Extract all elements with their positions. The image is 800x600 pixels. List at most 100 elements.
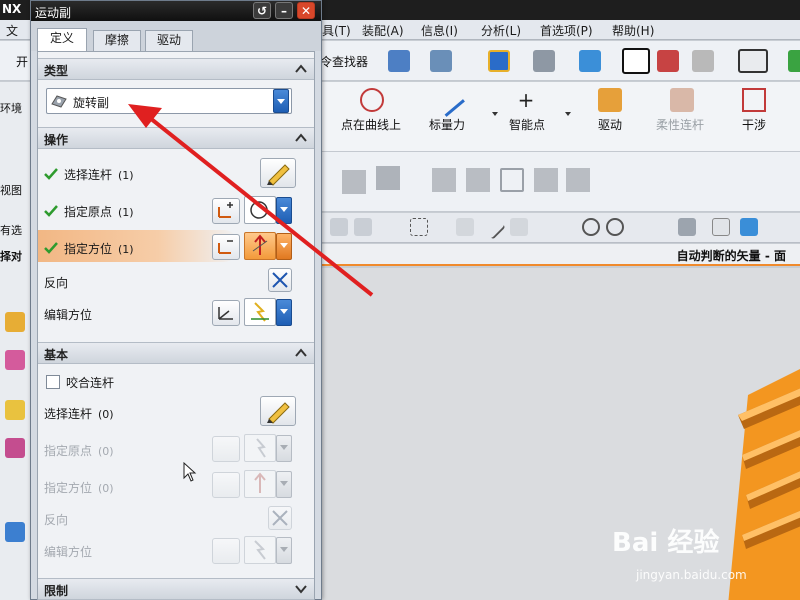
drive-button[interactable]: 驱动: [588, 116, 632, 133]
close-icon[interactable]: ✕: [297, 2, 315, 19]
tab-driver[interactable]: 驱动: [145, 30, 193, 51]
selection-box-icon[interactable]: [410, 218, 428, 236]
midpoint-icon[interactable]: [510, 218, 528, 236]
dialog-body: 类型 旋转副 操作 选择连杆 (1) 指定原点 (1) 指定方位 (1) 反向 …: [37, 51, 315, 600]
reverse-arrows-icon: [272, 272, 288, 288]
face-icon[interactable]: [678, 218, 696, 236]
menu-analysis[interactable]: 分析(L): [481, 22, 521, 39]
line-icon[interactable]: [480, 214, 506, 240]
lightning-csys-icon: [254, 540, 266, 560]
pencil-icon: [267, 402, 290, 424]
command-finder-button[interactable]: 令查找器: [320, 53, 368, 70]
reverse-direction-button[interactable]: [268, 268, 292, 292]
toolbar-left-partial: 开: [16, 55, 29, 69]
type-section-title: 类型: [44, 64, 69, 78]
move-icon[interactable]: [456, 218, 474, 236]
ribbon-gray-icon-1[interactable]: [342, 170, 366, 194]
select-link-row-1[interactable]: 选择连杆 (1): [64, 166, 134, 183]
document-icon[interactable]: [388, 50, 410, 72]
tab-definition[interactable]: 定义: [37, 28, 87, 52]
scalar-force-button[interactable]: 标量力: [422, 116, 472, 133]
origin-inferred-button[interactable]: [244, 196, 276, 224]
selection-filter-partial: 有选: [0, 224, 22, 237]
chevron-down-icon[interactable]: [294, 582, 308, 596]
flexible-link-button[interactable]: 柔性连杆: [650, 116, 710, 133]
menu-info[interactable]: 信息(I): [421, 22, 458, 39]
type-section-header[interactable]: 类型: [38, 58, 314, 80]
render-style-icon[interactable]: [533, 50, 555, 72]
info-icon[interactable]: [430, 50, 452, 72]
interference-button[interactable]: 干涉: [732, 116, 776, 133]
resource-icon-1[interactable]: [5, 312, 25, 332]
menu-assembly[interactable]: 装配(A): [362, 22, 404, 39]
dialog-tabs: 定义 摩擦 驱动: [31, 21, 321, 52]
ribbon-gray-icon-4[interactable]: [466, 168, 490, 192]
base-origin-dropdown-icon: [276, 435, 292, 462]
scalar-force-icon: [431, 83, 465, 117]
dialog-title-bar[interactable]: 运动副 ↺ – ✕: [31, 1, 321, 21]
restore-icon[interactable]: ↺: [253, 2, 271, 19]
quadrant-icon[interactable]: [606, 218, 624, 236]
resource-icon-5[interactable]: [5, 522, 25, 542]
joint-type-select[interactable]: 旋转副: [46, 88, 292, 114]
orientation-dropdown-icon[interactable]: [276, 233, 292, 260]
origin-dropdown-icon[interactable]: [276, 197, 292, 224]
base-section-header[interactable]: 基本: [38, 342, 314, 364]
ribbon-gray-icon-5[interactable]: [534, 168, 558, 192]
point-dialog-icon[interactable]: [212, 198, 240, 224]
csys-dialog-icon[interactable]: [212, 300, 240, 326]
menu-tools[interactable]: 具(T): [322, 22, 351, 39]
drive-caret-icon[interactable]: [565, 112, 571, 116]
snap-icon-1[interactable]: [330, 218, 348, 236]
base-select-link-pencil-button[interactable]: [260, 396, 296, 426]
vector-dialog-icon[interactable]: [212, 234, 240, 260]
env-partial-label: 环境: [0, 102, 22, 115]
resource-icon-3[interactable]: [5, 400, 25, 420]
chevron-up-icon[interactable]: [294, 131, 308, 145]
specify-orientation-row-1[interactable]: 指定方位 (1): [64, 240, 134, 257]
base-csys-dropdown-icon: [276, 537, 292, 564]
type-dropdown-icon[interactable]: [273, 89, 289, 113]
table-icon[interactable]: [712, 218, 730, 236]
select-link-row-2[interactable]: 选择连杆 (0): [44, 405, 114, 422]
orientation-inferred-button[interactable]: [244, 232, 276, 260]
cube-icon[interactable]: [740, 218, 758, 236]
resource-icon-4[interactable]: [5, 438, 25, 458]
csys-inferred-button[interactable]: [244, 298, 276, 326]
green-arrow-icon[interactable]: [788, 50, 800, 72]
chevron-up-icon[interactable]: [294, 346, 308, 360]
smart-point-caret-icon[interactable]: [492, 112, 498, 116]
mesh-link-checkbox[interactable]: [46, 375, 60, 389]
tab-friction[interactable]: 摩擦: [93, 30, 141, 51]
menu-preferences[interactable]: 首选项(P): [540, 22, 593, 39]
action-section-header[interactable]: 操作: [38, 127, 314, 149]
menu-help[interactable]: 帮助(H): [612, 22, 654, 39]
triangle-icon[interactable]: [500, 168, 524, 192]
flexible-link-icon: [670, 88, 694, 112]
point-on-curve-button[interactable]: 点在曲线上: [338, 116, 404, 133]
ribbon-gray-icon-6[interactable]: [566, 168, 590, 192]
specify-origin-row-1[interactable]: 指定原点 (1): [64, 203, 134, 220]
gear-model-icon[interactable]: [728, 355, 800, 600]
snap-icon-2[interactable]: [354, 218, 372, 236]
chevron-up-icon[interactable]: [294, 62, 308, 76]
menu-file[interactable]: 文: [6, 22, 18, 39]
minimize-icon[interactable]: –: [275, 2, 293, 19]
select-link-pencil-button[interactable]: [260, 158, 296, 188]
fit-view-icon[interactable]: [488, 50, 510, 72]
section-view-icon[interactable]: [622, 48, 650, 74]
clip-red-icon[interactable]: [657, 50, 679, 72]
reverse-direction-row-1: 反向: [44, 276, 69, 290]
resource-icon-2[interactable]: [5, 350, 25, 370]
ribbon-gray-icon-2[interactable]: [376, 166, 400, 190]
clip-gray-icon[interactable]: [692, 50, 714, 72]
smart-point-button[interactable]: 智能点: [502, 116, 552, 133]
limit-section-header[interactable]: 限制: [38, 578, 314, 600]
ribbon-gray-icon-3[interactable]: [432, 168, 456, 192]
circle-center-icon[interactable]: [582, 218, 600, 236]
csys-dropdown-icon[interactable]: [276, 299, 292, 326]
background-color-icon[interactable]: [738, 49, 768, 73]
shaded-cube-icon[interactable]: [579, 50, 601, 72]
lightning-icon: [256, 438, 266, 458]
drive-icon: [598, 88, 622, 112]
